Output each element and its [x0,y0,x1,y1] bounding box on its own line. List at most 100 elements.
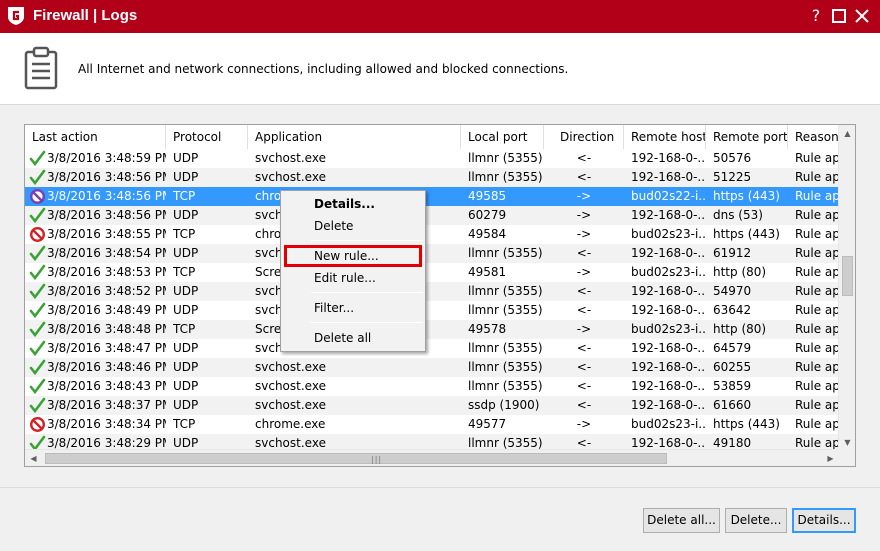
cell-reason: Rule app [795,303,839,317]
scroll-left-icon[interactable]: ◀ [25,450,42,466]
delete-button[interactable]: Delete... [725,508,787,533]
cell-remote-host: bud02s23-i... [631,265,706,279]
cell-remote-port: 54970 [713,284,752,298]
cell-remote-host: 192-168-0-... [631,360,706,374]
table-row[interactable]: 3/8/2016 3:48:55 PM TCP chro 49584 -> bud02s2… [25,225,839,244]
cell-remote-port: 64579 [713,341,752,355]
cell-local-port: 49585 [468,189,507,203]
vertical-scroll-thumb[interactable] [842,256,853,296]
table-row[interactable]: 3/8/2016 3:48:59 PM UDP svchost.exe llmnr (… [25,149,839,168]
cell-protocol: UDP [173,341,199,355]
maximize-button[interactable] [829,6,849,26]
cell-last-action: 3/8/2016 3:48:46 PM [47,360,166,374]
cell-protocol: UDP [173,151,199,165]
context-menu: Details... Delete New rule... Edit rule.… [280,190,426,352]
cell-last-action: 3/8/2016 3:48:49 PM [47,303,166,317]
table-row[interactable]: 3/8/2016 3:48:56 PM TCP chro 49585 -> bud02s2… [25,187,839,206]
cell-remote-port: 63642 [713,303,752,317]
cell-reason: Rule app [795,170,839,184]
cell-reason: Rule app [795,151,839,165]
table-row[interactable]: 3/8/2016 3:48:56 PM UDP svch 60279 -> 192-168… [25,206,839,225]
menu-item-details[interactable]: Details... [314,194,375,214]
cell-application: svchost.exe [255,151,326,165]
cell-remote-host: 192-168-0-... [631,151,706,165]
column-header-last-action[interactable]: Last action [25,125,166,149]
column-header-protocol[interactable]: Protocol [166,125,248,149]
table-row[interactable]: 3/8/2016 3:48:48 PM TCP Scree 49578 -> bud02s… [25,320,839,339]
menu-separator [311,322,423,323]
cell-direction: <- [576,151,592,165]
cell-remote-port: 60255 [713,360,752,374]
cell-reason: Rule app [795,227,839,241]
cell-remote-host: bud02s23-i... [631,322,706,336]
column-header-direction[interactable]: Direction [544,125,624,149]
highlight-box [284,245,422,267]
table-row[interactable]: 3/8/2016 3:48:34 PM TCP chrome.exe 49577 -> b… [25,415,839,434]
cell-reason: Rule app [795,360,839,374]
column-header-remote-port[interactable]: Remote port [706,125,788,149]
table-row[interactable]: 3/8/2016 3:48:47 PM UDP svch llmnr (5355) <-… [25,339,839,358]
column-header-local-port[interactable]: Local port [461,125,544,149]
cell-remote-host: 192-168-0-... [631,170,706,184]
cell-protocol: TCP [173,322,196,336]
column-header-application[interactable]: Application [248,125,461,149]
menu-item-delete-all[interactable]: Delete all [314,328,371,348]
log-table[interactable]: Last action Protocol Application Local p… [24,124,856,467]
table-row[interactable]: 3/8/2016 3:48:49 PM UDP svch llmnr (5355) <-… [25,301,839,320]
cell-local-port: 49581 [468,265,507,279]
cell-application: chrome.exe [255,417,326,431]
cell-direction: <- [576,170,592,184]
table-row[interactable]: 3/8/2016 3:48:46 PM UDP svchost.exe llmnr (… [25,358,839,377]
cell-local-port: llmnr (5355) [468,341,543,355]
delete-all-button[interactable]: Delete all... [643,508,720,533]
cell-remote-host: 192-168-0-... [631,208,706,222]
cell-last-action: 3/8/2016 3:48:55 PM [47,227,166,241]
vertical-scrollbar[interactable]: ▲ ▼ [838,125,855,451]
header-description: All Internet and network connections, in… [78,62,569,76]
cell-remote-port: http (80) [713,322,767,336]
close-button[interactable] [852,6,872,26]
cell-local-port: llmnr (5355) [468,379,543,393]
scroll-up-icon[interactable]: ▲ [839,125,855,142]
cell-remote-port: 53859 [713,379,752,393]
cell-application: svchost.exe [255,170,326,184]
cell-reason: Rule app [795,246,839,260]
scroll-right-icon[interactable]: ▶ [822,450,839,466]
cell-protocol: TCP [173,227,196,241]
maximize-icon [832,9,846,23]
cell-direction: -> [576,265,592,279]
cell-local-port: llmnr (5355) [468,246,543,260]
table-row[interactable]: 3/8/2016 3:48:56 PM UDP svchost.exe llmnr (… [25,168,839,187]
menu-item-edit-rule[interactable]: Edit rule... [314,268,376,288]
cell-last-action: 3/8/2016 3:48:59 PM [47,151,166,165]
table-row[interactable]: 3/8/2016 3:48:53 PM TCP Scree 49581 -> bud02s… [25,263,839,282]
cell-protocol: UDP [173,379,199,393]
cell-local-port: llmnr (5355) [468,360,543,374]
cell-local-port: ssdp (1900) [468,398,540,412]
details-button[interactable]: Details... [792,508,856,533]
table-row[interactable]: 3/8/2016 3:48:54 PM UDP svch llmnr (5355) <-… [25,244,839,263]
cell-remote-port: 50576 [713,151,752,165]
cell-protocol: UDP [173,360,199,374]
horizontal-scroll-thumb[interactable]: ||| [45,453,667,464]
table-row[interactable]: 3/8/2016 3:48:52 PM UDP svch llmnr (5355) <-… [25,282,839,301]
menu-item-filter[interactable]: Filter... [314,298,354,318]
cell-last-action: 3/8/2016 3:48:52 PM [47,284,166,298]
cell-protocol: TCP [173,265,196,279]
cell-protocol: UDP [173,398,199,412]
cell-last-action: 3/8/2016 3:48:53 PM [47,265,166,279]
table-row[interactable]: 3/8/2016 3:48:43 PM UDP svchost.exe llmnr (… [25,377,839,396]
cell-direction: -> [576,208,592,222]
cell-last-action: 3/8/2016 3:48:47 PM [47,341,166,355]
cell-remote-port: http (80) [713,265,767,279]
cell-direction: <- [576,341,592,355]
column-header-remote-host[interactable]: Remote host [624,125,706,149]
help-button[interactable]: ? [806,6,826,26]
cell-local-port: llmnr (5355) [468,284,543,298]
cell-remote-host: 192-168-0-... [631,284,706,298]
table-row[interactable]: 3/8/2016 3:48:37 PM UDP svchost.exe ssdp (1… [25,396,839,415]
cell-remote-port: https (443) [713,417,780,431]
menu-separator [311,240,423,241]
menu-item-delete[interactable]: Delete [314,216,353,236]
horizontal-scrollbar[interactable]: ◀ ||| ▶ [25,449,839,466]
